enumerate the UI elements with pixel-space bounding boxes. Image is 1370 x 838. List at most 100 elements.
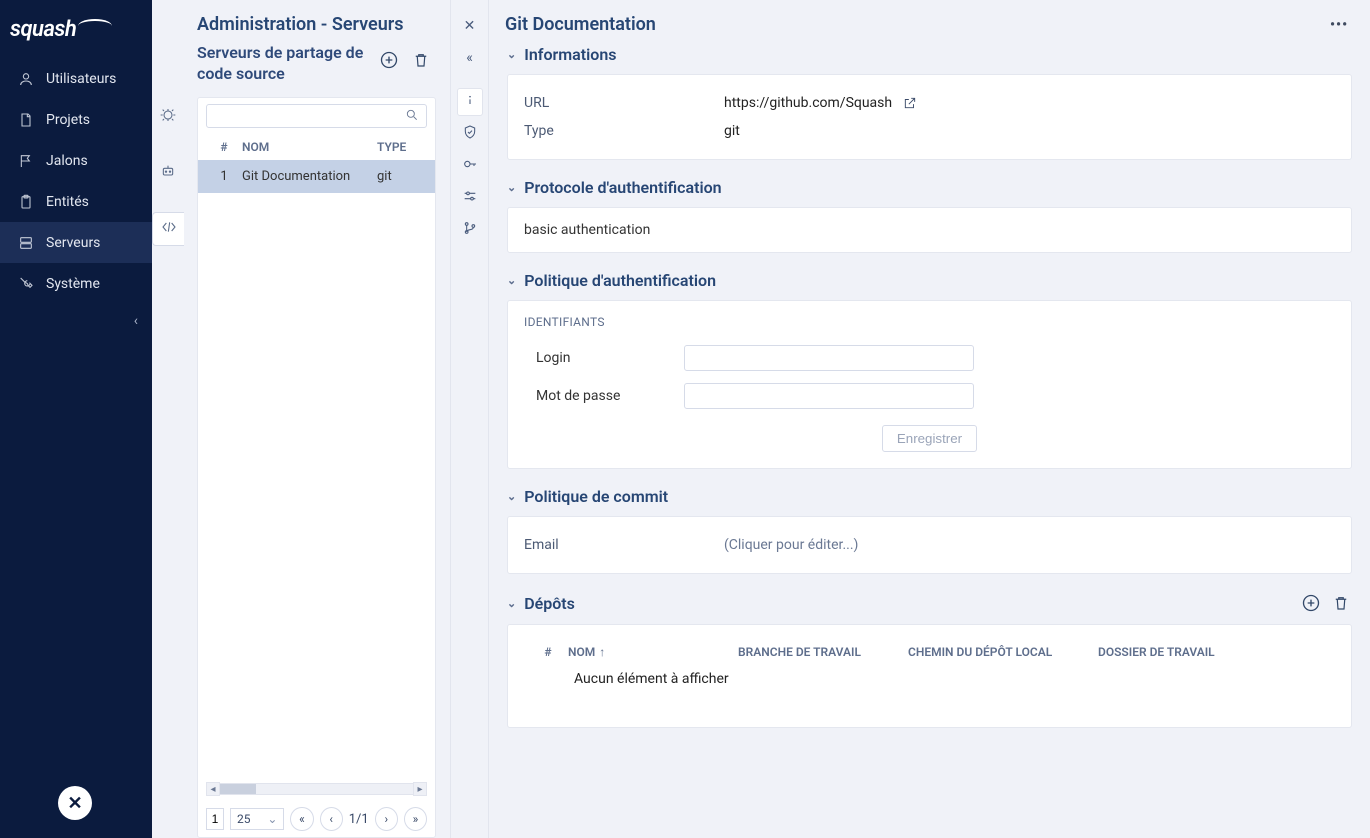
nav-item-projects[interactable]: Projets	[0, 99, 152, 140]
pager: 25 « ‹ 1/1 › »	[198, 801, 435, 837]
nav-label: Système	[46, 276, 100, 292]
plus-circle-icon	[379, 50, 399, 70]
page-size-select[interactable]: 25	[230, 808, 284, 830]
col-index[interactable]: #	[206, 140, 242, 154]
page-range: 1/1	[349, 812, 369, 827]
nav-item-users[interactable]: Utilisateurs	[0, 58, 152, 99]
login-input[interactable]	[684, 345, 974, 371]
code-icon	[161, 219, 177, 239]
next-page-button[interactable]: ›	[375, 807, 398, 831]
auth-protocol-value[interactable]: basic authentication	[524, 222, 1335, 238]
rail-shield-button[interactable]	[457, 120, 483, 148]
scroll-thumb[interactable]	[220, 784, 256, 794]
first-page-button[interactable]: «	[290, 807, 313, 831]
login-label: Login	[536, 350, 666, 366]
chevrons-left-icon: «	[466, 50, 473, 66]
chevron-down-icon: ⌄	[507, 48, 516, 61]
delete-repo-button[interactable]	[1330, 592, 1352, 614]
horizontal-scrollbar[interactable]: ◂ ▸	[198, 781, 435, 797]
dots-icon: •••	[1330, 17, 1348, 33]
repo-table-header: # NOM↑ BRANCHE DE TRAVAIL CHEMIN DU DÉPÔ…	[524, 639, 1335, 667]
credentials-heading: IDENTIFIANTS	[524, 315, 1335, 329]
section-toggle-auth-policy[interactable]: ⌄ Politique d'authentification	[507, 271, 1352, 290]
page-input[interactable]	[206, 808, 224, 830]
email-editable[interactable]: (Cliquer pour éditer...)	[724, 537, 858, 553]
open-external-button[interactable]	[902, 95, 918, 111]
add-server-button[interactable]	[378, 49, 400, 71]
nav-label: Jalons	[46, 153, 88, 169]
more-options-button[interactable]: •••	[1330, 17, 1352, 33]
section-title: Politique de commit	[524, 487, 668, 506]
search-input[interactable]	[206, 104, 427, 128]
email-label: Email	[524, 537, 724, 553]
delete-server-button[interactable]	[410, 49, 432, 71]
last-page-button[interactable]: »	[404, 807, 427, 831]
nav-item-entities[interactable]: Entités	[0, 181, 152, 222]
prev-page-button[interactable]: ‹	[320, 807, 343, 831]
section-toggle-protocol[interactable]: ⌄ Protocole d'authentification	[507, 178, 1352, 197]
section-title: Dépôts	[524, 594, 575, 613]
nav-item-milestones[interactable]: Jalons	[0, 140, 152, 181]
chevron-down-icon: ⌄	[507, 274, 516, 287]
clipboard-icon	[18, 194, 34, 210]
repo-col-path[interactable]: CHEMIN DU DÉPÔT LOCAL	[908, 645, 1098, 659]
nav-item-system[interactable]: Système	[0, 263, 152, 304]
branch-icon	[462, 220, 478, 240]
plus-circle-icon	[1301, 593, 1321, 613]
nav-collapse-button[interactable]: ‹	[0, 304, 152, 338]
main-nav: squash Utilisateurs Projets Jalons Entit…	[0, 0, 152, 838]
col-type[interactable]: TYPE	[377, 140, 427, 154]
password-input[interactable]	[684, 383, 974, 409]
chevron-down-icon: ⌄	[507, 181, 516, 194]
detail-rail: ✕ «	[451, 0, 489, 838]
repo-col-name[interactable]: NOM↑	[568, 645, 738, 659]
col-name[interactable]: NOM	[242, 140, 377, 154]
trash-icon	[412, 51, 430, 69]
password-label: Mot de passe	[536, 388, 666, 404]
close-app-button[interactable]: ✕	[58, 786, 92, 820]
section-toggle-commit-policy[interactable]: ⌄ Politique de commit	[507, 487, 1352, 506]
server-list-panel: Administration - Serveurs Serveurs de pa…	[152, 0, 451, 838]
section-toggle-informations[interactable]: ⌄ Informations	[507, 45, 1352, 64]
detail-panel: Git Documentation ••• ⌄ Informations URL…	[489, 0, 1370, 838]
type-value[interactable]: git	[724, 123, 740, 139]
nav-item-servers[interactable]: Serveurs	[0, 222, 152, 263]
nav-label: Projets	[46, 112, 90, 128]
side-tab-scm[interactable]	[152, 212, 184, 246]
cell-index: 1	[206, 169, 242, 184]
repo-col-folder[interactable]: DOSSIER DE TRAVAIL	[1098, 645, 1331, 659]
save-credentials-button[interactable]: Enregistrer	[882, 425, 977, 452]
side-tab-automation[interactable]	[152, 156, 184, 190]
sort-asc-icon: ↑	[599, 645, 605, 659]
section-toggle-repos[interactable]: ⌄ Dépôts	[507, 594, 575, 613]
info-icon	[462, 92, 478, 112]
key-icon	[462, 156, 478, 176]
chevron-down-icon: ⌄	[507, 490, 516, 503]
rail-branch-button[interactable]	[457, 216, 483, 244]
side-tab-bugtracker[interactable]	[152, 100, 184, 134]
cell-type: git	[377, 169, 427, 184]
rail-settings-button[interactable]	[457, 184, 483, 212]
close-icon: ✕	[67, 793, 82, 814]
section-title: Politique d'authentification	[524, 271, 716, 290]
rail-key-button[interactable]	[457, 152, 483, 180]
scroll-right-icon[interactable]: ▸	[413, 782, 427, 796]
detail-title: Git Documentation	[495, 14, 656, 35]
scroll-left-icon[interactable]: ◂	[206, 782, 220, 796]
rail-info-button[interactable]	[457, 88, 483, 116]
close-detail-button[interactable]: ✕	[457, 12, 483, 40]
server-table-header: # NOM TYPE	[198, 134, 435, 160]
table-row[interactable]: 1 Git Documentation git	[198, 160, 435, 193]
page-title: Administration - Serveurs	[197, 14, 432, 35]
repo-empty-message: Aucun élément à afficher	[524, 667, 1335, 713]
nav-label: Utilisateurs	[46, 71, 116, 87]
section-title: Protocole d'authentification	[524, 178, 721, 197]
repo-col-index[interactable]: #	[528, 645, 568, 659]
add-repo-button[interactable]	[1300, 592, 1322, 614]
url-value[interactable]: https://github.com/Squash	[724, 95, 892, 111]
type-label: Type	[524, 123, 724, 139]
logo-swoosh-icon	[78, 19, 112, 33]
repo-col-branch[interactable]: BRANCHE DE TRAVAIL	[738, 645, 908, 659]
wrench-icon	[18, 276, 34, 292]
collapse-detail-button[interactable]: «	[457, 44, 483, 72]
